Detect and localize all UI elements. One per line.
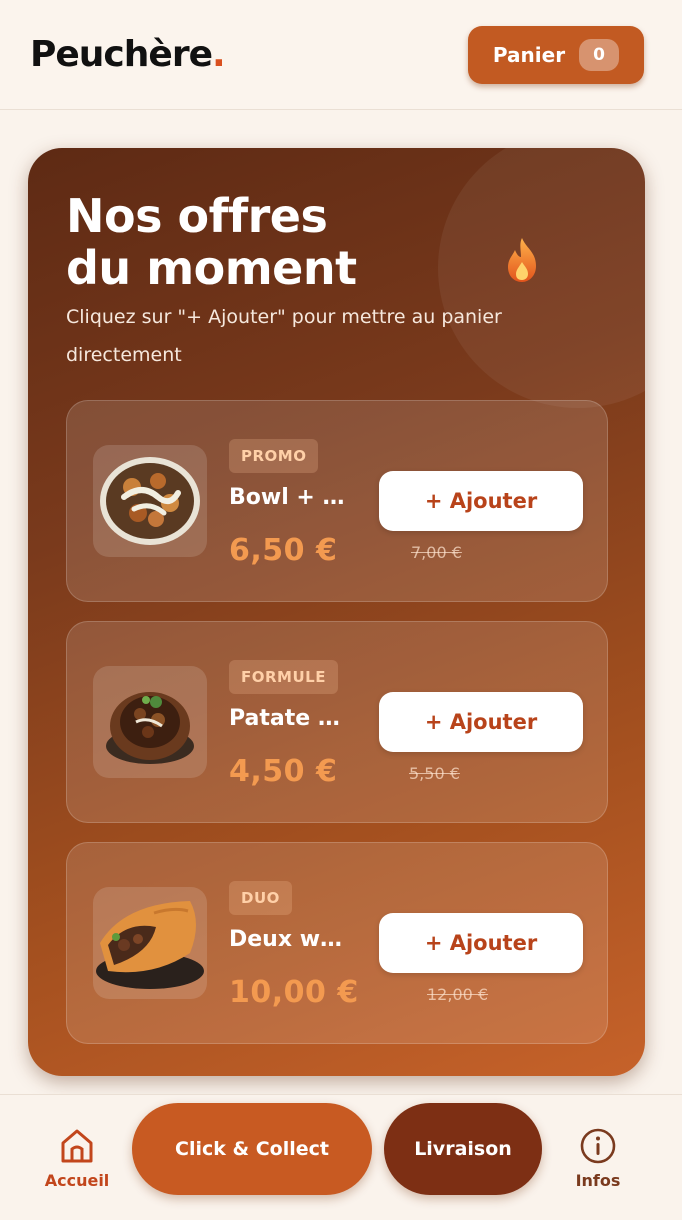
add-to-cart-button[interactable]: + Ajouter	[379, 913, 583, 973]
nav-home-label: Accueil	[44, 1171, 110, 1190]
home-icon	[61, 1129, 93, 1163]
brand-logo-dot: .	[211, 34, 226, 75]
offer-price: 4,50 €	[229, 754, 338, 789]
offers-subtitle: Cliquez sur "+ Ajouter" pour mettre au p…	[66, 306, 502, 366]
brand-logo-text: Peuchère	[30, 34, 213, 75]
offer-card: PROMO Bowl + … 6,50 € 7,00 € + Ajouter	[66, 400, 608, 602]
offer-badge: FORMULE	[229, 660, 338, 694]
cart-count-badge: 0	[579, 39, 620, 71]
offer-old-price: 5,50 €	[409, 764, 460, 783]
offer-card: FORMULE Patate … 4,50 € 5,50 € + Ajouter	[66, 621, 608, 823]
offer-old-price: 12,00 €	[427, 985, 489, 1004]
flame-icon	[508, 238, 536, 282]
delivery-button[interactable]: Livraison	[384, 1103, 542, 1195]
add-to-cart-button[interactable]: + Ajouter	[379, 692, 583, 752]
offer-name: Patate …	[229, 706, 340, 731]
offers-title-line-1: Nos offres	[66, 189, 328, 243]
bowl-illustration	[100, 457, 200, 545]
wrap-image	[93, 887, 207, 999]
offers-panel: Nos offres du moment Cliquez sur "+ Ajou…	[28, 148, 645, 1076]
info-icon	[580, 1128, 616, 1164]
offer-price: 10,00 €	[229, 975, 359, 1010]
bowl-image	[93, 445, 207, 557]
nav-home[interactable]: Accueil	[38, 1127, 116, 1190]
brand-logo[interactable]: Peuchère.	[30, 34, 226, 75]
click-and-collect-button[interactable]: Click & Collect	[132, 1103, 372, 1195]
nav-info[interactable]: Infos	[564, 1127, 632, 1190]
offer-card: DUO Deux w… 10,00 € 12,00 € + Ajouter	[66, 842, 608, 1044]
bottom-navigation: Accueil Click & Collect Livraison Infos	[0, 1094, 682, 1220]
offer-name: Bowl + …	[229, 485, 345, 510]
offer-name: Deux w…	[229, 927, 343, 952]
stuffed-potato-image	[93, 666, 207, 778]
offer-old-price: 7,00 €	[411, 543, 462, 562]
cart-label: Panier	[492, 43, 566, 67]
offer-badge: PROMO	[229, 439, 319, 473]
add-to-cart-button[interactable]: + Ajouter	[379, 471, 583, 531]
potato-illustration	[106, 692, 194, 764]
top-header: Peuchère. Panier 0	[0, 0, 682, 110]
wrap-illustration	[96, 901, 204, 989]
nav-info-label: Infos	[575, 1171, 621, 1190]
cart-button[interactable]: Panier 0	[468, 26, 644, 84]
offer-badge: DUO	[229, 881, 292, 915]
offer-price: 6,50 €	[229, 533, 338, 568]
